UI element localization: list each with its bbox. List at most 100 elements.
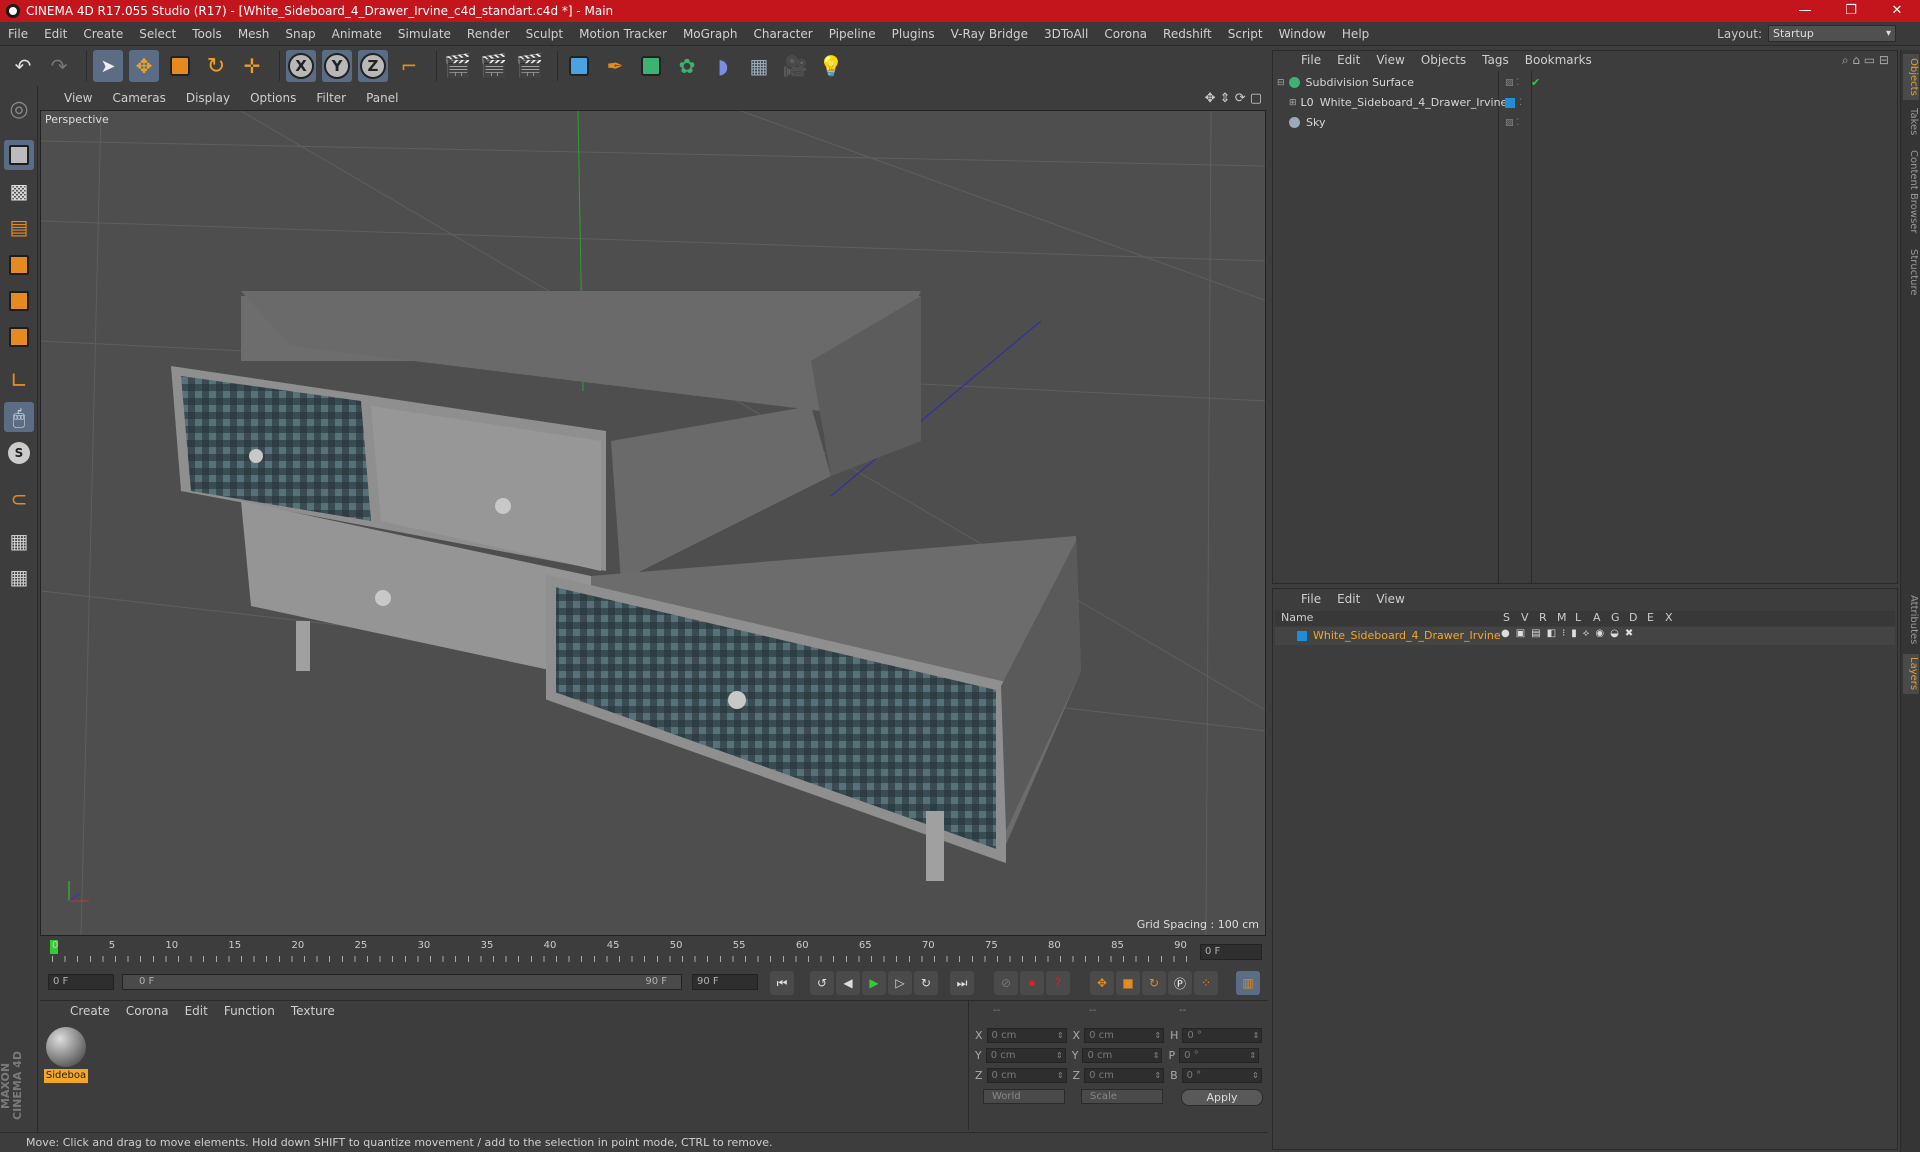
rotate-tool-button[interactable]: ↻	[201, 50, 231, 82]
menu-pipeline[interactable]: Pipeline	[821, 27, 884, 41]
add-floor-button[interactable]: ▦	[744, 50, 774, 82]
menu-motion-tracker[interactable]: Motion Tracker	[571, 27, 675, 41]
material-menu-edit[interactable]: Edit	[177, 1004, 216, 1018]
visibility-dots-icon[interactable]: ⁚	[1519, 98, 1522, 108]
tab-content-browser[interactable]: Content Browser	[1903, 144, 1919, 240]
add-deformer-button[interactable]: ◗	[708, 50, 738, 82]
next-frame-button[interactable]: ▷	[888, 971, 912, 995]
viewport-menu-options[interactable]: Options	[240, 91, 306, 105]
menu-window[interactable]: Window	[1271, 27, 1334, 41]
menu-character[interactable]: Character	[745, 27, 820, 41]
rotation-b-field[interactable]: 0 °	[1181, 1067, 1262, 1083]
next-key-button[interactable]: ↻	[914, 971, 938, 995]
go-to-start-button[interactable]: ⏮	[770, 971, 794, 995]
add-camera-button[interactable]: 🎥	[780, 50, 810, 82]
object-menu-bookmarks[interactable]: Bookmarks	[1517, 53, 1600, 67]
menu-help[interactable]: Help	[1334, 27, 1377, 41]
material-menu-corona[interactable]: Corona	[118, 1004, 177, 1018]
close-button[interactable]: ✕	[1874, 0, 1920, 22]
enabled-check-icon[interactable]: ✔	[1531, 76, 1540, 89]
coordinate-system-button[interactable]: ⌐	[394, 50, 424, 82]
layer-menu-view[interactable]: View	[1368, 592, 1412, 606]
tab-attributes[interactable]: Attributes	[1903, 590, 1919, 650]
viewport-menu-filter[interactable]: Filter	[306, 91, 356, 105]
object-menu-view[interactable]: View	[1368, 53, 1412, 67]
menu-mesh[interactable]: Mesh	[230, 27, 278, 41]
layer-menu-file[interactable]: File	[1293, 592, 1329, 606]
add-light-button[interactable]: 💡	[816, 50, 846, 82]
model-mode-button[interactable]	[4, 140, 34, 170]
material-menu-create[interactable]: Create	[62, 1004, 118, 1018]
edges-mode-button[interactable]	[4, 286, 34, 316]
previous-key-button[interactable]: ↺	[810, 971, 834, 995]
position-y-field[interactable]: 0 cm	[985, 1047, 1066, 1063]
workplane-align-button[interactable]: ▦	[4, 562, 34, 592]
tab-layers[interactable]: Layers	[1903, 654, 1919, 694]
viewport-menu-panel[interactable]: Panel	[356, 91, 408, 105]
menu-sculpt[interactable]: Sculpt	[518, 27, 571, 41]
maximize-button[interactable]: ❐	[1828, 0, 1874, 22]
object-menu-tags[interactable]: Tags	[1474, 53, 1517, 67]
current-frame-field[interactable]: 0 F	[1200, 944, 1262, 960]
size-mode-dropdown[interactable]: Scale	[1081, 1089, 1163, 1104]
visibility-dots-icon[interactable]: ▨ ⁚	[1505, 118, 1519, 128]
object-row-sky[interactable]: Sky ▨ ⁚	[1273, 113, 1897, 132]
layout-dropdown[interactable]: Startup	[1768, 25, 1896, 42]
workplane-mode-button[interactable]: ▤	[4, 212, 34, 242]
object-row-sideboard[interactable]: ⊞ L0 White_Sideboard_4_Drawer_Irvine ⁚	[1273, 93, 1897, 112]
menu-render[interactable]: Render	[459, 27, 518, 41]
undo-button[interactable]: ↶	[8, 50, 38, 82]
points-mode-button[interactable]	[4, 250, 34, 280]
go-to-end-button[interactable]: ⏭	[950, 971, 974, 995]
y-axis-lock-button[interactable]: Y	[322, 50, 352, 82]
timeline-ruler[interactable]: 0 5 10 15 20 25 30 35 40 45 50 55 60 65 …	[40, 938, 1266, 968]
menu-plugins[interactable]: Plugins	[884, 27, 943, 41]
object-menu-objects[interactable]: Objects	[1413, 53, 1474, 67]
x-axis-lock-button[interactable]: X	[286, 50, 316, 82]
menu-select[interactable]: Select	[131, 27, 184, 41]
viewport-menu-cameras[interactable]: Cameras	[102, 91, 175, 105]
render-view-button[interactable]: 🎬	[443, 50, 473, 82]
key-scale-button[interactable]: ■	[1116, 971, 1140, 995]
add-mograph-button[interactable]: ✿	[672, 50, 702, 82]
position-x-field[interactable]: 0 cm	[986, 1027, 1067, 1043]
timeline-button[interactable]: ▥	[1236, 971, 1260, 995]
tweak-mode-button[interactable]: 🖱	[4, 402, 34, 432]
scale-tool-button[interactable]	[165, 50, 195, 82]
menu-3dtoall[interactable]: 3DToAll	[1036, 27, 1096, 41]
visibility-dots-icon[interactable]: ▨ ⁚	[1505, 78, 1519, 88]
texture-mode-button[interactable]: ▩	[4, 176, 34, 206]
add-cube-button[interactable]	[564, 50, 594, 82]
size-z-field[interactable]: 0 cm	[1084, 1067, 1165, 1083]
viewport-nav-icons[interactable]: ✥ ⇕ ⟳ ▢	[1205, 91, 1270, 106]
object-menu-edit[interactable]: Edit	[1329, 53, 1368, 67]
previous-frame-button[interactable]: ◀	[836, 971, 860, 995]
add-spline-button[interactable]: ✒	[600, 50, 630, 82]
material-menu-function[interactable]: Function	[216, 1004, 283, 1018]
viewport-menu-display[interactable]: Display	[176, 91, 240, 105]
object-row-subdivision-surface[interactable]: ⊟ Subdivision Surface ▨ ⁚ ✔	[1273, 73, 1897, 92]
layer-row[interactable]: White_Sideboard_4_Drawer_Irvine ●▣▤◧⁝▮⟡◉…	[1275, 627, 1895, 645]
menu-tools[interactable]: Tools	[184, 27, 230, 41]
axis-mode-button[interactable]: ∟	[4, 366, 34, 396]
magnet-button[interactable]: ⊂	[4, 484, 34, 514]
key-parameter-button[interactable]: Ⓟ	[1168, 971, 1192, 995]
make-editable-button[interactable]: ◎	[4, 94, 34, 124]
redo-button[interactable]: ↷	[44, 50, 74, 82]
material-swatch[interactable]: Sideboa	[44, 1025, 88, 1083]
layer-toggle-icons[interactable]: ●▣▤◧⁝▮⟡◉◒✖	[1501, 628, 1639, 639]
workplane-lock-button[interactable]: ▦	[4, 526, 34, 556]
tab-structure[interactable]: Structure	[1903, 244, 1919, 300]
material-menu-texture[interactable]: Texture	[283, 1004, 343, 1018]
select-tool-button[interactable]: ➤	[93, 50, 123, 82]
menu-redshift[interactable]: Redshift	[1155, 27, 1220, 41]
size-x-field[interactable]: 0 cm	[1084, 1027, 1165, 1043]
start-frame-field[interactable]: 0 F	[48, 974, 114, 990]
add-generator-button[interactable]	[636, 50, 666, 82]
move-tool-button[interactable]: ✥	[129, 50, 159, 82]
object-menu-file[interactable]: File	[1293, 53, 1329, 67]
render-settings-button[interactable]: 🎬	[515, 50, 545, 82]
menu-corona[interactable]: Corona	[1096, 27, 1155, 41]
key-rotation-button[interactable]: ↻	[1142, 971, 1166, 995]
snap-button[interactable]: S	[4, 438, 34, 468]
